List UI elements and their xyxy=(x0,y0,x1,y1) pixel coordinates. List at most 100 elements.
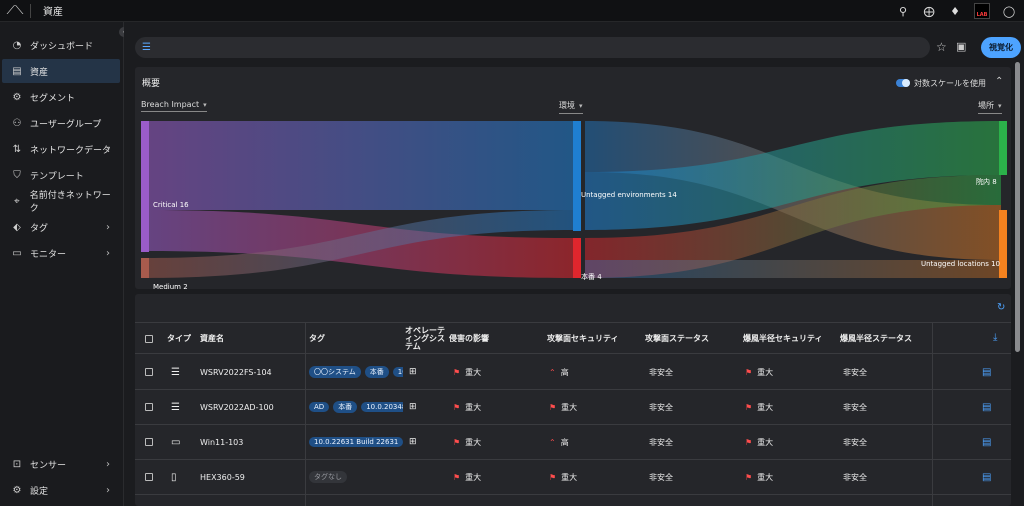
row-checkbox[interactable] xyxy=(145,355,153,389)
asset-name[interactable]: Win11-103 xyxy=(200,425,243,459)
tag-chip[interactable]: 10.0.20348 xyxy=(361,402,403,412)
blast-radius-security: ⚑ 重大 xyxy=(745,355,773,389)
search-input[interactable]: ☰ xyxy=(135,37,930,58)
table-row[interactable]: ☰ WSRV2022FS-104 〇〇システム本番10 ⊞ ⚑重大 ⌃高 非安全… xyxy=(135,355,1011,390)
sidebar-item-assets[interactable]: ▤ 資産 xyxy=(2,59,120,83)
filter-icon[interactable]: ☰ xyxy=(142,42,151,53)
named-network-icon: ⌖ xyxy=(14,195,20,207)
sidebar-item-templates[interactable]: ⛉ テンプレート xyxy=(0,163,118,187)
column-header-blast-radius-status[interactable]: 爆風半径ステータス xyxy=(840,323,912,355)
app-logo-icon[interactable]: ⟋⟍ xyxy=(0,3,30,18)
asset-name[interactable]: HEX360-59 xyxy=(200,460,245,494)
row-checkbox[interactable] xyxy=(145,390,153,424)
comment-icon[interactable]: ▤ xyxy=(982,390,991,424)
column-header-type[interactable]: タイプ xyxy=(167,323,191,355)
caret-down-icon: ▾ xyxy=(203,101,207,109)
attack-surface-status: 非安全 xyxy=(649,367,673,377)
no-tags-chip: タグなし xyxy=(309,471,347,483)
breach-impact-value: 重大 xyxy=(465,402,482,412)
column-header-name[interactable]: 資産名 xyxy=(200,323,224,355)
column-header-blast-radius-security[interactable]: 爆風半径セキュリティ xyxy=(743,323,823,355)
sidebar-item-dashboard[interactable]: ◔ ダッシュボード xyxy=(0,33,118,57)
template-icon: ⛉ xyxy=(13,169,21,181)
sidebar-item-settings[interactable]: ⚙ 設定 › xyxy=(0,478,118,502)
tags-cell: AD 本番 10.0.20348 xyxy=(309,390,403,424)
comment-icon[interactable]: ▤ xyxy=(982,355,991,389)
node-untagged-env-label: Untagged environments 14 xyxy=(581,191,677,199)
attack-surface-security: ⚑ 重大 xyxy=(549,390,577,424)
log-scale-toggle[interactable] xyxy=(896,79,910,87)
column-header-breach-impact[interactable]: 侵害の影響 xyxy=(449,323,489,355)
row-checkbox[interactable] xyxy=(145,460,153,494)
table-row[interactable]: ☰ WSRV2022AD-100 AD 本番 10.0.20348 ⊞ ⚑ 重大 ⚑ 重… xyxy=(135,390,1011,425)
bell-icon[interactable]: ♦ xyxy=(948,5,962,18)
node-medium xyxy=(141,258,149,278)
breach-impact-value: 重大 xyxy=(465,437,482,447)
chevron-right-icon: › xyxy=(106,221,110,233)
breach-impact: ⚑ 重大 xyxy=(453,355,481,389)
chevron-up-double-icon: ⌃ xyxy=(549,367,556,377)
sidebar-item-tags[interactable]: ⬖ タグ › xyxy=(0,215,118,239)
table-row[interactable]: ▯ HEX360-59 タグなし ⚑ 重大 ⚑ 重大 非安全 ⚑ 重大 非安全 ▤ xyxy=(135,460,1011,495)
scrollbar[interactable] xyxy=(1015,62,1020,352)
settings-icon: ⚙ xyxy=(12,484,22,496)
comment-icon[interactable]: ▤ xyxy=(982,460,991,494)
blast-radius-security-value: 重大 xyxy=(757,472,774,482)
asset-name[interactable]: WSRV2022FS-104 xyxy=(200,355,272,389)
sidebar-item-named-networks[interactable]: ⌖ 名前付きネットワーク xyxy=(0,189,118,214)
sidebar-item-segments[interactable]: ⚙ セグメント xyxy=(0,85,118,109)
select-all-checkbox[interactable] xyxy=(145,323,153,355)
sidebar-item-user-groups[interactable]: ⚇ ユーザーグループ xyxy=(0,111,118,135)
overview-title: 概要 xyxy=(142,79,161,89)
caret-down-icon: ▾ xyxy=(579,102,583,110)
tags-cell: 10.0.22631 Build 22631 xyxy=(309,425,403,459)
sidebar-item-label: モニター xyxy=(30,249,67,260)
star-icon[interactable]: ☆ xyxy=(936,40,947,54)
asset-name[interactable]: WSRV2022AD-100 xyxy=(200,390,274,424)
attack-surface-security-value: 重大 xyxy=(561,402,578,412)
sidebar-item-label: ネットワークデータ xyxy=(30,145,112,156)
blast-radius-status: 非安全 xyxy=(843,402,867,412)
search-icon[interactable]: ⚲ xyxy=(896,5,910,18)
comment-icon[interactable]: ▤ xyxy=(982,425,991,459)
location-dropdown[interactable]: 場所 ▾ xyxy=(978,100,1002,114)
tag-chip[interactable]: 10 xyxy=(392,367,403,377)
windows-icon: ⊞ xyxy=(409,402,417,412)
collapse-overview-icon[interactable]: ⌃ xyxy=(995,76,1003,87)
user-icon[interactable]: ◯ xyxy=(1002,5,1016,18)
download-icon[interactable]: ⤓ xyxy=(993,332,997,343)
sidebar-item-label: タグ xyxy=(30,223,49,234)
node-prod xyxy=(573,238,581,278)
tag-chip[interactable]: 10.0.22631 Build 22631 xyxy=(309,437,403,447)
main-content: ☰ ☆ ▣ 視覚化 概要 対数スケールを使用 ⌃ Breach Impact ▾ … xyxy=(124,22,1024,506)
visualize-button[interactable]: 視覚化 xyxy=(981,37,1021,58)
refresh-icon[interactable]: ↻ xyxy=(997,302,1005,313)
attack-surface-status: 非安全 xyxy=(649,437,673,447)
tag-chip[interactable]: AD xyxy=(309,402,330,412)
sidebar-item-network-data[interactable]: ⇅ ネットワークデータ › xyxy=(0,137,118,161)
flag-icon: ⚑ xyxy=(453,402,461,412)
environment-dropdown[interactable]: 環境 ▾ xyxy=(559,100,583,114)
row-checkbox[interactable] xyxy=(145,425,153,459)
column-header-attack-surface-status[interactable]: 攻撃面ステータス xyxy=(645,323,709,355)
attack-surface-security-value: 高 xyxy=(560,367,569,377)
breach-impact: ⚑ 重大 xyxy=(453,390,481,424)
breach-impact-dropdown[interactable]: Breach Impact ▾ xyxy=(141,100,207,112)
folder-icon[interactable]: ▣ xyxy=(956,40,966,53)
chevron-right-icon: › xyxy=(106,484,110,496)
tag-chip[interactable]: 本番 xyxy=(333,401,358,413)
node-prod-label: 本番 4 xyxy=(581,273,602,281)
sidebar-item-sensors[interactable]: ⊡ センサー › xyxy=(0,452,118,476)
flag-icon: ⚑ xyxy=(453,367,461,377)
table-row[interactable]: ▭ Win11-103 10.0.22631 Build 22631 ⊞ ⚑ 重大… xyxy=(135,425,1011,460)
tag-chip[interactable]: 本番 xyxy=(364,366,389,378)
sidebar-item-monitor[interactable]: ▭ モニター › xyxy=(0,241,118,265)
column-header-attack-surface-security[interactable]: 攻撃面セキュリティ xyxy=(547,323,619,355)
lab-logo[interactable]: LAB xyxy=(974,3,990,19)
node-untagged-loc xyxy=(999,210,1007,278)
node-untagged-loc-label: Untagged locations 10 xyxy=(921,260,1001,268)
tag-chip[interactable]: 〇〇システム xyxy=(309,366,361,378)
compass-icon[interactable]: ⨁ xyxy=(922,5,936,18)
column-header-tags[interactable]: タグ xyxy=(309,323,325,355)
column-header-os[interactable]: オペレーティングシステム xyxy=(405,323,447,355)
